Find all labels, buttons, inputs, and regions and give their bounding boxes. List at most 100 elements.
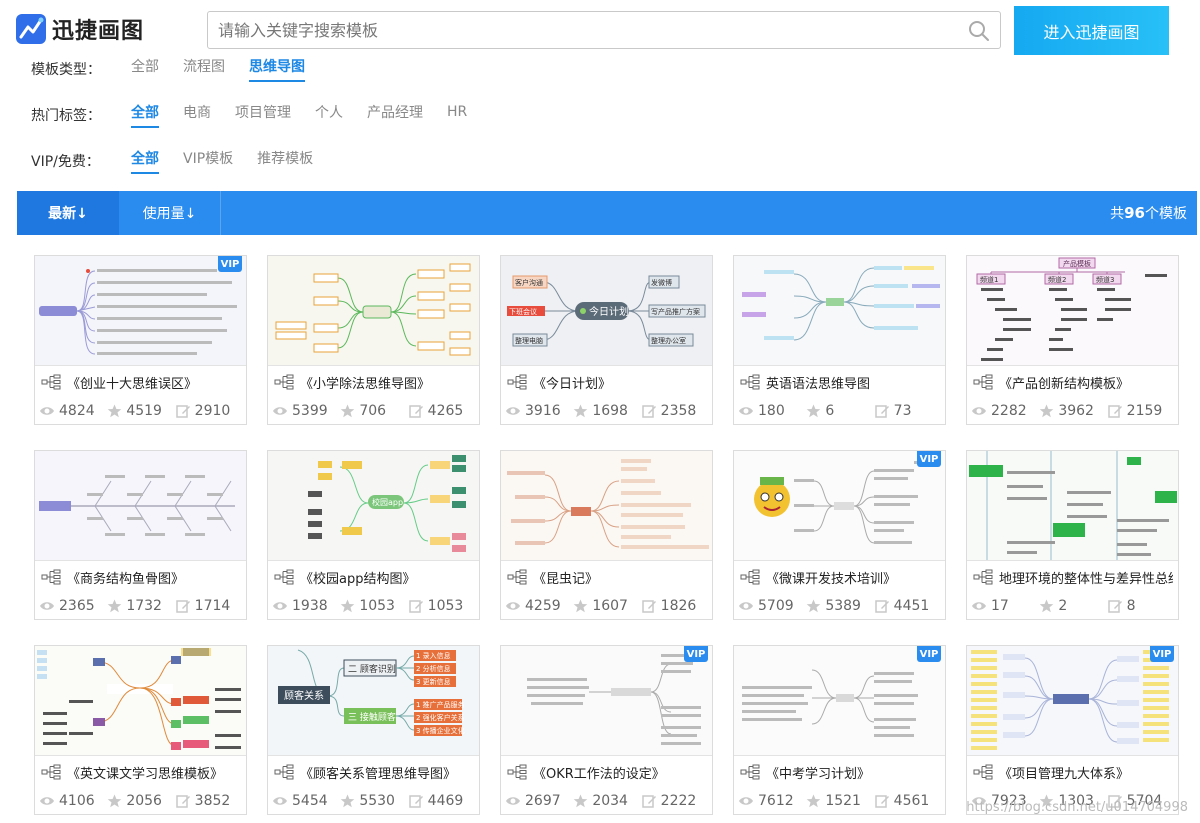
star-icon: [574, 599, 588, 613]
card-title-row[interactable]: 《英文课文学习思维模板》: [41, 762, 241, 782]
search-icon[interactable]: [968, 20, 990, 42]
thumb-art: [734, 451, 945, 560]
logo[interactable]: 迅捷画图: [16, 12, 144, 46]
filter-option[interactable]: 电商: [183, 102, 211, 128]
template-thumbnail[interactable]: [734, 256, 945, 366]
card-title: 《昆虫记》: [533, 571, 599, 587]
card-title-row[interactable]: 《产品创新结构模板》: [973, 372, 1173, 392]
template-card[interactable]: VIP 《创业十大思维误区》 4824 4519 2910: [34, 255, 247, 425]
template-card[interactable]: 英语语法思维导图 180 6 73: [733, 255, 946, 425]
filter-option[interactable]: VIP模板: [183, 148, 233, 174]
template-thumbnail[interactable]: VIP: [734, 646, 945, 756]
filter-option[interactable]: 推荐模板: [257, 148, 313, 174]
views-count: 5454: [292, 793, 328, 809]
mindmap-icon: [973, 569, 993, 585]
filter-option[interactable]: 全部: [131, 102, 159, 128]
edit-icon: [1107, 600, 1122, 613]
template-thumbnail[interactable]: VIP: [35, 256, 246, 366]
edit-icon: [408, 405, 423, 418]
filter-option[interactable]: 全部: [131, 56, 159, 82]
filter-option[interactable]: 产品经理: [367, 102, 423, 128]
template-card[interactable]: VIP 《微课开发技术培训》 5709 5389 4451: [733, 450, 946, 620]
mindmap-icon: [41, 569, 61, 585]
likes-count: 2: [1058, 598, 1068, 614]
likes-stat: 1732: [107, 598, 175, 614]
card-title-row[interactable]: 《创业十大思维误区》: [41, 372, 241, 392]
template-thumbnail[interactable]: 顾客关系 二 顾客识别三 接触顾客 1 录入信息 2 分析信息 3 更新信息 1 推广产品…: [268, 646, 479, 756]
edits-count: 2159: [1126, 403, 1163, 419]
card-title-row[interactable]: 《今日计划》: [507, 372, 707, 392]
vip-badge: VIP: [917, 646, 941, 662]
filter-option[interactable]: 流程图: [183, 56, 225, 82]
template-thumbnail[interactable]: [35, 646, 246, 756]
views-icon: [506, 797, 520, 805]
sort-latest-button[interactable]: 最新↓: [17, 191, 119, 235]
template-card[interactable]: 顾客关系 二 顾客识别三 接触顾客 1 录入信息 2 分析信息 3 更新信息 1 推广产品…: [267, 645, 480, 815]
mindmap-icon: [740, 569, 760, 585]
filter-option[interactable]: 全部: [131, 148, 159, 174]
template-thumbnail[interactable]: [967, 451, 1178, 561]
edits-stat: 8: [1107, 598, 1176, 614]
views-icon: [739, 407, 753, 415]
card-title-row[interactable]: 《顾客关系管理思维导图》: [274, 762, 474, 782]
template-card[interactable]: 产品模板 频道1 频道2 频道3 《产品创新结构模板》 2282 3962 2159: [966, 255, 1179, 425]
likes-count: 5530: [359, 793, 395, 809]
card-title-row[interactable]: 《项目管理九大体系》: [973, 762, 1173, 782]
template-card[interactable]: 《昆虫记》 4259 1607 1826: [500, 450, 713, 620]
template-card[interactable]: 《英文课文学习思维模板》 4106 2056 3852: [34, 645, 247, 815]
template-card[interactable]: VIP 《项目管理九大体系》 7923 1303 5704: [966, 645, 1179, 815]
filter-option[interactable]: 项目管理: [235, 102, 291, 128]
template-card[interactable]: VIP 《OKR工作法的设定》 2697 2034 2222: [500, 645, 713, 815]
mindmap-icon: [973, 374, 993, 390]
template-thumbnail[interactable]: VIP: [967, 646, 1178, 756]
filter-option[interactable]: 个人: [315, 102, 343, 128]
template-card[interactable]: 《商务结构鱼骨图》 2365 1732 1714: [34, 450, 247, 620]
star-icon: [341, 794, 355, 808]
template-thumbnail[interactable]: VIP: [501, 646, 712, 756]
edits-count: 4561: [893, 793, 930, 809]
card-stats: 7612 1521 4561: [738, 792, 943, 810]
template-card[interactable]: 今日计划 客户沟通 下班会议 整理电脑 发微博 写产品推广方案 整理办公室 《今日计划》 391…: [500, 255, 713, 425]
star-icon: [807, 404, 821, 418]
thumb-art: [501, 646, 712, 755]
template-thumbnail[interactable]: 今日计划 客户沟通 下班会议 整理电脑 发微博 写产品推广方案 整理办公室: [501, 256, 712, 366]
card-title-row[interactable]: 《商务结构鱼骨图》: [41, 567, 241, 587]
card-title-row[interactable]: 《OKR工作法的设定》: [507, 762, 707, 782]
template-thumbnail[interactable]: [501, 451, 712, 561]
edits-stat: 4451: [874, 598, 943, 614]
template-card[interactable]: 《小学除法思维导图》 5399 706 4265: [267, 255, 480, 425]
search-input[interactable]: [208, 12, 948, 48]
svg-text:二 顾客识别: 二 顾客识别: [348, 663, 396, 675]
views-stat: 180: [738, 403, 806, 419]
card-title-row[interactable]: 《中考学习计划》: [740, 762, 940, 782]
template-thumbnail[interactable]: 校园app: [268, 451, 479, 561]
thumb-art: [734, 256, 945, 365]
filter-option[interactable]: 思维导图: [249, 56, 305, 82]
template-thumbnail[interactable]: [35, 451, 246, 561]
sort-usage-button[interactable]: 使用量↓: [119, 191, 221, 235]
edits-count: 8: [1126, 598, 1136, 614]
card-title-row[interactable]: 《微课开发技术培训》: [740, 567, 940, 587]
edits-count: 4451: [893, 598, 930, 614]
template-thumbnail[interactable]: VIP: [734, 451, 945, 561]
card-title-row[interactable]: 《昆虫记》: [507, 567, 707, 587]
card-title-row[interactable]: 地理环境的整体性与差异性总结: [973, 567, 1173, 587]
likes-count: 1698: [592, 403, 628, 419]
template-thumbnail[interactable]: 产品模板 频道1 频道2 频道3: [967, 256, 1178, 366]
card-title-row[interactable]: 《小学除法思维导图》: [274, 372, 474, 392]
template-card[interactable]: 地理环境的整体性与差异性总结 17 2 8: [966, 450, 1179, 620]
views-stat: 2282: [971, 403, 1039, 419]
filter-label: 模板类型：: [31, 62, 101, 78]
card-title-row[interactable]: 《校园app结构图》: [274, 567, 474, 587]
enter-app-button[interactable]: 进入迅捷画图: [1014, 6, 1169, 55]
vip-badge: VIP: [684, 646, 708, 662]
watermark: https://blog.csdn.net/u014704998: [966, 800, 1188, 815]
thumb-art: [35, 256, 246, 365]
filter-option[interactable]: HR: [447, 104, 467, 126]
template-card[interactable]: VIP 《中考学习计划》 7612 1521 4561: [733, 645, 946, 815]
card-title-row[interactable]: 英语语法思维导图: [740, 372, 940, 392]
template-card[interactable]: 校园app 《校园app结构图》 1938 1053 1053: [267, 450, 480, 620]
views-count: 5399: [292, 403, 328, 419]
star-icon: [108, 599, 122, 613]
template-thumbnail[interactable]: [268, 256, 479, 366]
